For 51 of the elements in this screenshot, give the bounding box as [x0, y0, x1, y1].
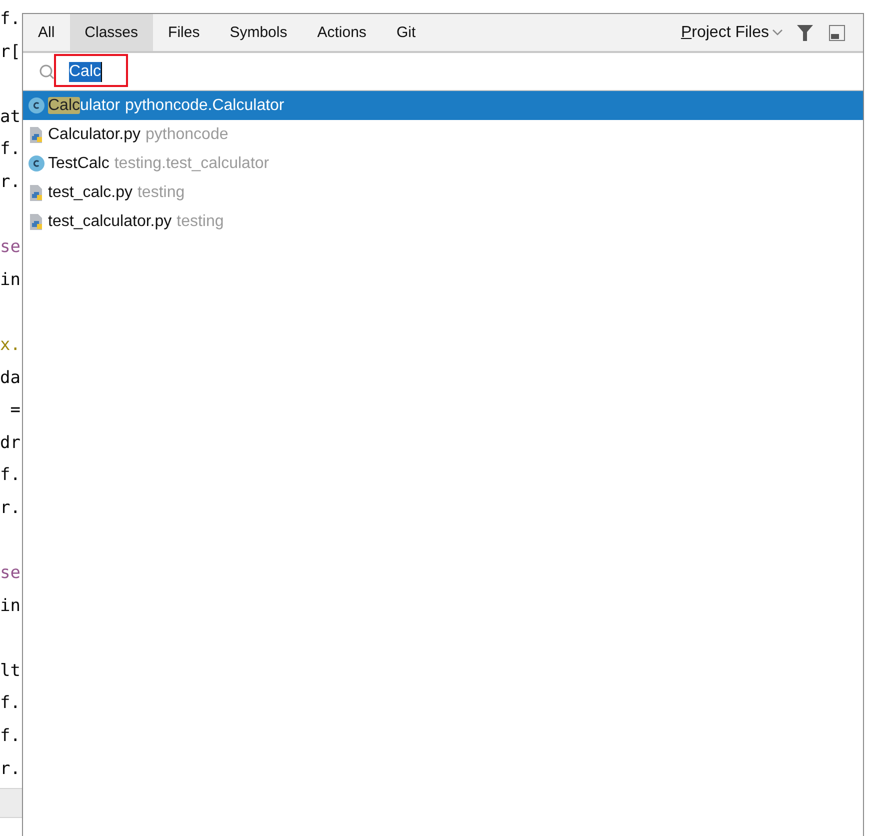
result-item[interactable]: Calculator pythoncode.Calculator [23, 91, 863, 120]
result-name: Calculator.py [48, 126, 140, 144]
code-fragment: r. [0, 172, 20, 192]
result-location: testing.test_calculator [114, 154, 270, 172]
pin-window-icon[interactable] [829, 24, 845, 40]
code-fragment: da [0, 368, 20, 388]
result-item[interactable]: TestCalc testing.test_calculator [23, 149, 863, 178]
tab[interactable]: Symbols [214, 14, 302, 51]
python-file-icon [28, 212, 45, 230]
code-fragment: f. [0, 465, 20, 486]
code-fragment: lt [0, 660, 20, 681]
code-fragment: r[ [0, 42, 20, 62]
code-fragment: f. [0, 9, 20, 29]
result-name: test_calc.py [48, 184, 132, 202]
code-fragment: f. [0, 693, 20, 714]
code-fragment: r. [0, 758, 20, 779]
result-name: Calculator [48, 96, 120, 114]
code-fragment: x. [0, 334, 20, 355]
result-location: pythoncode.Calculator [125, 96, 284, 114]
filter-icon[interactable] [797, 24, 813, 40]
code-fragment: at [0, 106, 20, 127]
code-fragment: dr [0, 432, 20, 453]
chevron-down-icon [772, 29, 783, 36]
code-fragment: se [0, 563, 20, 584]
code-fragment: r. [0, 498, 20, 518]
code-fragment: in [0, 596, 20, 616]
class-icon [28, 155, 45, 172]
class-icon [28, 97, 45, 114]
tab[interactable]: Classes [70, 14, 154, 51]
result-location: pythoncode [146, 126, 228, 144]
code-fragment: f. [0, 726, 20, 746]
result-name: TestCalc [48, 154, 110, 172]
python-file-icon [28, 184, 45, 202]
result-item[interactable]: test_calculator.py testing [23, 207, 863, 236]
code-fragment: f. [0, 139, 20, 160]
search-icon [39, 64, 55, 80]
code-fragment: = [9, 400, 20, 420]
result-location: testing [137, 184, 185, 202]
result-name: test_calculator.py [48, 212, 172, 230]
python-file-icon [28, 126, 45, 144]
tab[interactable]: Actions [302, 14, 382, 51]
tab[interactable]: Files [153, 14, 215, 51]
result-item[interactable]: test_calc.py testing [23, 178, 863, 207]
code-fragment: in [0, 270, 20, 290]
code-fragment: se [0, 237, 20, 258]
search-field[interactable]: Calc [23, 53, 863, 90]
scope-dropdown[interactable]: Project Files [674, 14, 789, 51]
result-item[interactable]: Calculator.py pythoncode [23, 120, 863, 149]
tab[interactable]: Git [381, 14, 431, 51]
tab[interactable]: All [23, 14, 70, 51]
result-location: testing [176, 212, 224, 230]
